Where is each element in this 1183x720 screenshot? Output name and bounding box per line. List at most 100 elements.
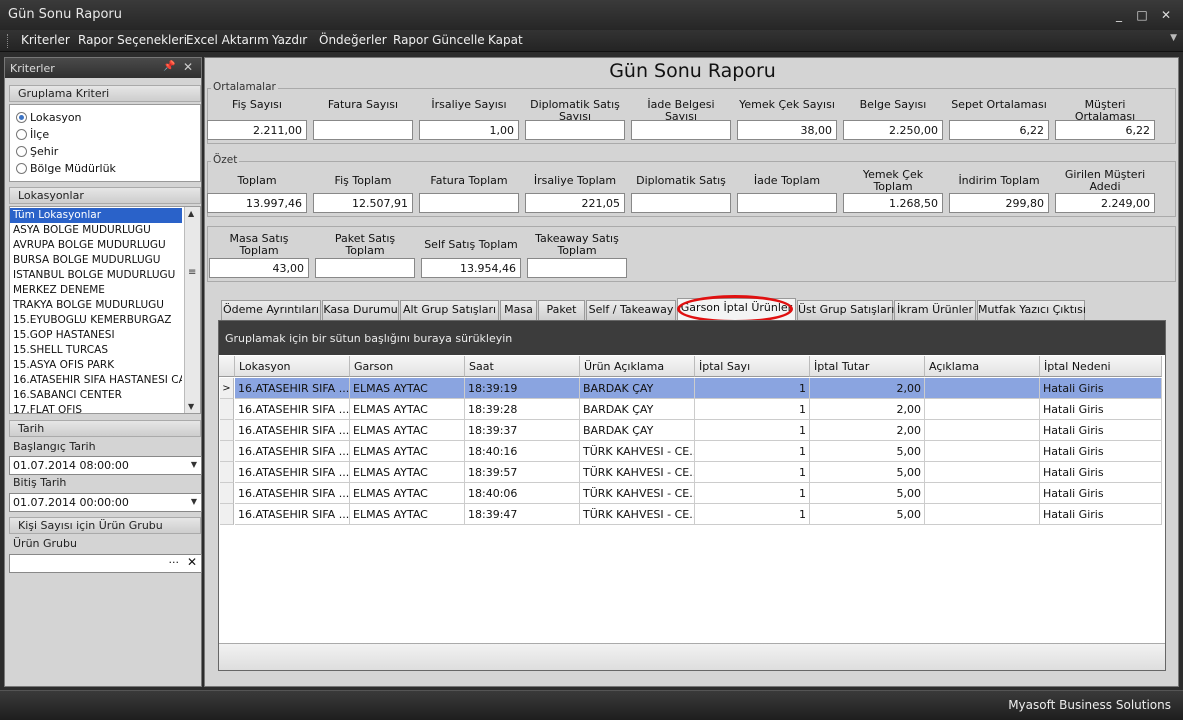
location-item[interactable]: 15.SHELL TURCAS [10, 343, 182, 358]
location-item[interactable]: AVRUPA BOLGE MUDURLUGU [10, 238, 182, 253]
column-header[interactable]: İptal Tutar [810, 356, 925, 377]
row-indicator[interactable]: > [220, 378, 234, 399]
table-cell[interactable]: 16.ATASEHIR SIFA ... [235, 483, 350, 504]
tab-7[interactable]: Üst Grup Satışları [797, 300, 894, 320]
table-cell[interactable]: 1 [695, 462, 810, 483]
tab-3[interactable]: Masa [500, 300, 537, 320]
end-date-picker[interactable]: 01.07.2014 00:00:00 ▼ [9, 493, 202, 512]
table-cell[interactable]: 1 [695, 399, 810, 420]
menu-yazdir[interactable]: Yazdır [272, 33, 307, 47]
table-cell[interactable]: 2,00 [810, 399, 925, 420]
column-header[interactable]: Saat [465, 356, 580, 377]
tab-0[interactable]: Ödeme Ayrıntıları [221, 300, 321, 320]
clear-icon[interactable]: ✕ [187, 555, 197, 569]
locations-list[interactable]: Tüm Lokasyonlar ASYA BOLGE MUDURLUGU AVRUP… [9, 206, 201, 414]
table-cell[interactable]: ELMAS AYTAC [350, 399, 465, 420]
table-cell[interactable]: 5,00 [810, 462, 925, 483]
table-cell[interactable]: 2,00 [810, 378, 925, 399]
pin-icon[interactable]: 📌 [163, 61, 175, 72]
table-cell[interactable]: 1 [695, 441, 810, 462]
menu-excel-aktarim[interactable]: Excel Aktarım [186, 33, 269, 47]
table-cell[interactable]: 18:39:57 [465, 462, 580, 483]
table-cell[interactable]: Hatali Giris [1040, 504, 1162, 525]
table-cell[interactable]: Hatali Giris [1040, 420, 1162, 441]
table-cell[interactable]: 18:40:16 [465, 441, 580, 462]
close-panel-icon[interactable]: ✕ [183, 60, 193, 74]
row-indicator[interactable] [220, 441, 234, 462]
table-cell[interactable]: ELMAS AYTAC [350, 420, 465, 441]
tab-4[interactable]: Paket [538, 300, 585, 320]
table-cell[interactable]: 16.ATASEHIR SIFA ... [235, 420, 350, 441]
location-item[interactable]: Tüm Lokasyonlar [10, 208, 182, 223]
table-cell[interactable]: 18:39:19 [465, 378, 580, 399]
table-cell[interactable]: ELMAS AYTAC [350, 462, 465, 483]
radio-bolge-mudurluk[interactable]: Bölge Müdürlük [16, 162, 116, 175]
tab-9[interactable]: Mutfak Yazıcı Çıktısı [977, 300, 1086, 320]
radio-lokasyon[interactable]: Lokasyon [16, 111, 82, 124]
table-cell[interactable] [925, 504, 1040, 525]
table-cell[interactable] [925, 399, 1040, 420]
minimize-button[interactable]: _ [1110, 6, 1128, 24]
column-header[interactable]: Lokasyon [235, 356, 350, 377]
product-group-field[interactable]: ··· ✕ [9, 554, 202, 573]
location-item[interactable]: ISTANBUL BOLGE MUDURLUGU [10, 268, 182, 283]
menu-rapor-secenekleri[interactable]: Rapor Seçenekleri [78, 33, 187, 47]
tab-1[interactable]: Kasa Durumu [322, 300, 399, 320]
table-cell[interactable]: 16.ATASEHIR SIFA ... [235, 378, 350, 399]
close-button[interactable]: ✕ [1157, 6, 1175, 24]
table-cell[interactable]: ELMAS AYTAC [350, 378, 465, 399]
start-date-picker[interactable]: 01.07.2014 08:00:00 ▼ [9, 456, 202, 475]
row-indicator[interactable] [220, 483, 234, 504]
menu-kriterler[interactable]: Kriterler [21, 33, 70, 47]
table-cell[interactable]: ELMAS AYTAC [350, 441, 465, 462]
location-item[interactable]: MERKEZ DENEME [10, 283, 182, 298]
table-cell[interactable]: Hatali Giris [1040, 483, 1162, 504]
location-item[interactable]: BURSA BOLGE MUDURLUGU [10, 253, 182, 268]
table-cell[interactable]: ELMAS AYTAC [350, 504, 465, 525]
table-cell[interactable]: 16.ATASEHIR SIFA ... [235, 504, 350, 525]
location-item[interactable]: 16.SABANCI CENTER [10, 388, 182, 403]
tab-2[interactable]: Alt Grup Satışları [400, 300, 499, 320]
table-cell[interactable]: 16.ATASEHIR SIFA ... [235, 441, 350, 462]
table-cell[interactable] [925, 378, 1040, 399]
table-cell[interactable]: Hatali Giris [1040, 399, 1162, 420]
column-header[interactable]: Açıklama [925, 356, 1040, 377]
table-cell[interactable]: 5,00 [810, 504, 925, 525]
location-item[interactable]: 16.ATASEHIR SIFA HASTANESI CA [10, 373, 182, 388]
table-cell[interactable] [925, 462, 1040, 483]
row-indicator[interactable] [220, 462, 234, 483]
table-cell[interactable]: TÜRK KAHVESI - CE... [580, 462, 695, 483]
table-cell[interactable] [925, 420, 1040, 441]
tab-5[interactable]: Self / Takeaway [586, 300, 676, 320]
column-header[interactable]: Garson [350, 356, 465, 377]
chevron-down-icon[interactable]: ▼ [191, 460, 197, 469]
table-cell[interactable]: 18:39:28 [465, 399, 580, 420]
row-indicator[interactable] [220, 504, 234, 525]
table-cell[interactable]: Hatali Giris [1040, 462, 1162, 483]
chevron-down-icon[interactable]: ▼ [191, 497, 197, 506]
table-cell[interactable]: 16.ATASEHIR SIFA ... [235, 462, 350, 483]
table-cell[interactable] [925, 483, 1040, 504]
radio-sehir[interactable]: Şehir [16, 145, 58, 158]
table-cell[interactable]: 1 [695, 420, 810, 441]
table-cell[interactable]: 1 [695, 378, 810, 399]
table-cell[interactable]: ELMAS AYTAC [350, 483, 465, 504]
table-cell[interactable]: 5,00 [810, 441, 925, 462]
tab-8[interactable]: İkram Ürünler [894, 300, 976, 320]
maximize-button[interactable]: □ [1133, 6, 1151, 24]
location-item[interactable]: 15.EYUBOGLU KEMERBURGAZ [10, 313, 182, 328]
table-cell[interactable]: BARDAK ÇAY [580, 420, 695, 441]
table-cell[interactable]: TÜRK KAHVESI - CE... [580, 441, 695, 462]
menu-ondegerler[interactable]: Öndeğerler [319, 33, 387, 47]
row-indicator[interactable] [220, 399, 234, 420]
column-header[interactable]: İptal Nedeni [1040, 356, 1162, 377]
group-panel[interactable]: Gruplamak için bir sütun başlığını buray… [219, 321, 1165, 355]
table-cell[interactable]: BARDAK ÇAY [580, 399, 695, 420]
table-cell[interactable]: 16.ATASEHIR SIFA ... [235, 399, 350, 420]
table-cell[interactable]: TÜRK KAHVESI - CE... [580, 504, 695, 525]
table-cell[interactable]: Hatali Giris [1040, 441, 1162, 462]
table-cell[interactable]: 5,00 [810, 483, 925, 504]
table-cell[interactable]: 2,00 [810, 420, 925, 441]
table-cell[interactable]: 18:39:37 [465, 420, 580, 441]
menu-overflow-icon[interactable]: ▼ [1170, 33, 1177, 43]
